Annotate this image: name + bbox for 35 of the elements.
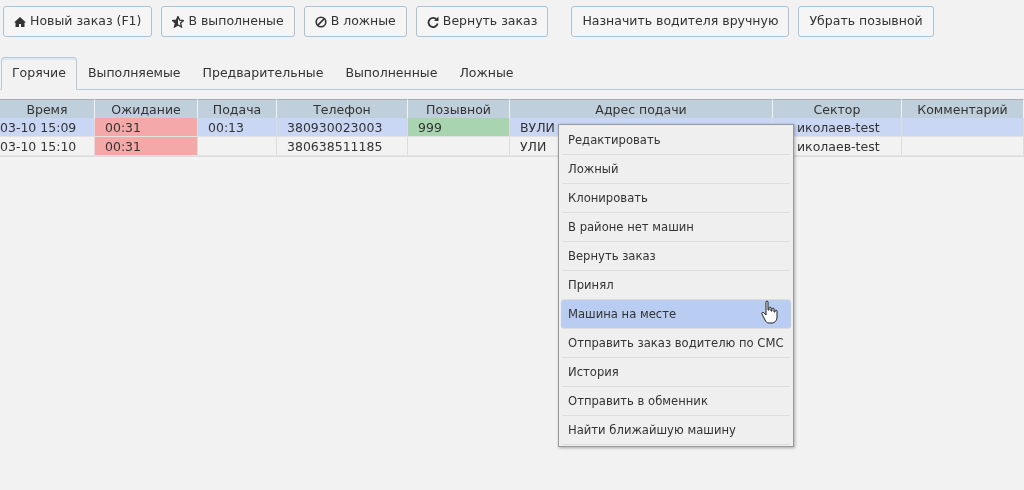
refresh-icon xyxy=(426,15,439,28)
tab[interactable]: Ложные xyxy=(448,57,525,90)
column-header[interactable]: Телефон xyxy=(277,98,408,118)
menu-item[interactable]: Отправить в обменник xyxy=(561,387,791,416)
column-header[interactable]: Ожидание xyxy=(95,98,198,118)
menu-item[interactable]: Клонировать xyxy=(561,184,791,213)
tab[interactable]: Выполняемые xyxy=(76,57,192,90)
hand-cursor-icon xyxy=(760,300,778,324)
prohibited-icon xyxy=(314,15,327,28)
column-header[interactable]: Адрес подачи xyxy=(510,98,773,118)
menu-item[interactable]: Машина на месте xyxy=(561,300,791,329)
column-header[interactable]: Позывной xyxy=(408,98,510,118)
table-cell: 380638511185 xyxy=(277,136,408,156)
tab[interactable]: Горячие xyxy=(1,57,77,90)
column-header[interactable]: Время xyxy=(0,98,95,118)
toolbar-button[interactable]: В ложные xyxy=(303,6,407,37)
menu-item[interactable]: Найти ближайшую машину xyxy=(561,416,791,445)
toolbar-button[interactable]: Убрать позывной xyxy=(798,6,934,37)
toolbar-button[interactable]: Новый заказ (F1) xyxy=(3,6,153,37)
menu-item[interactable]: Редактировать xyxy=(561,126,791,155)
toolbar-button[interactable]: Назначить водителя вручную xyxy=(571,6,790,37)
menu-item[interactable]: Вернуть заказ xyxy=(561,242,791,271)
star-icon xyxy=(172,15,185,28)
toolbar-button[interactable]: Вернуть заказ xyxy=(415,6,549,37)
menu-item[interactable]: Отправить заказ водителю по СМС xyxy=(561,329,791,358)
home-icon xyxy=(14,15,26,28)
toolbar-button[interactable]: В выполненые xyxy=(161,6,295,37)
column-header[interactable]: Сектор xyxy=(773,98,902,118)
menu-item[interactable]: История xyxy=(561,358,791,387)
tab[interactable]: Предварительные xyxy=(191,57,335,90)
column-header[interactable]: Подача xyxy=(198,98,277,118)
menu-item[interactable]: В районе нет машин xyxy=(561,213,791,242)
column-header[interactable]: Комментарий xyxy=(902,98,1024,118)
menu-item[interactable]: Ложный xyxy=(561,155,791,184)
tab[interactable]: Выполненные xyxy=(334,57,449,90)
